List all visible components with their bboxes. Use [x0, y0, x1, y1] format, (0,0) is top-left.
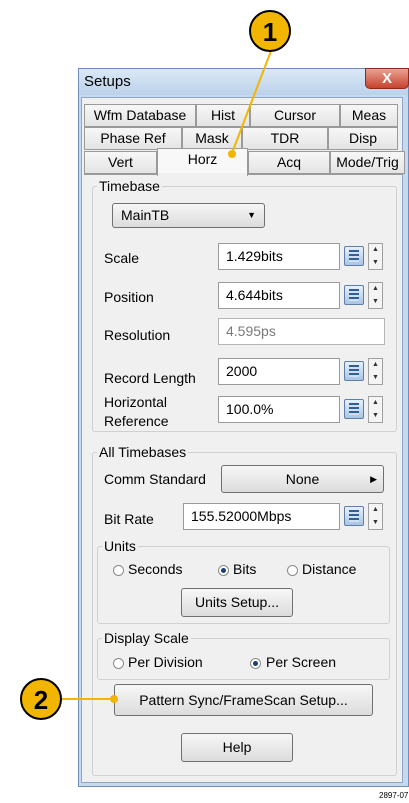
callout-leader-lines [62, 50, 272, 703]
callout-1-leader [231, 50, 272, 154]
callout-2: 2 [20, 678, 62, 720]
callout-1: 1 [249, 10, 291, 52]
figure-id: 2897-07 [379, 791, 409, 800]
callout-2-leader-dot [110, 695, 118, 703]
callout-1-leader-dot [228, 150, 236, 158]
